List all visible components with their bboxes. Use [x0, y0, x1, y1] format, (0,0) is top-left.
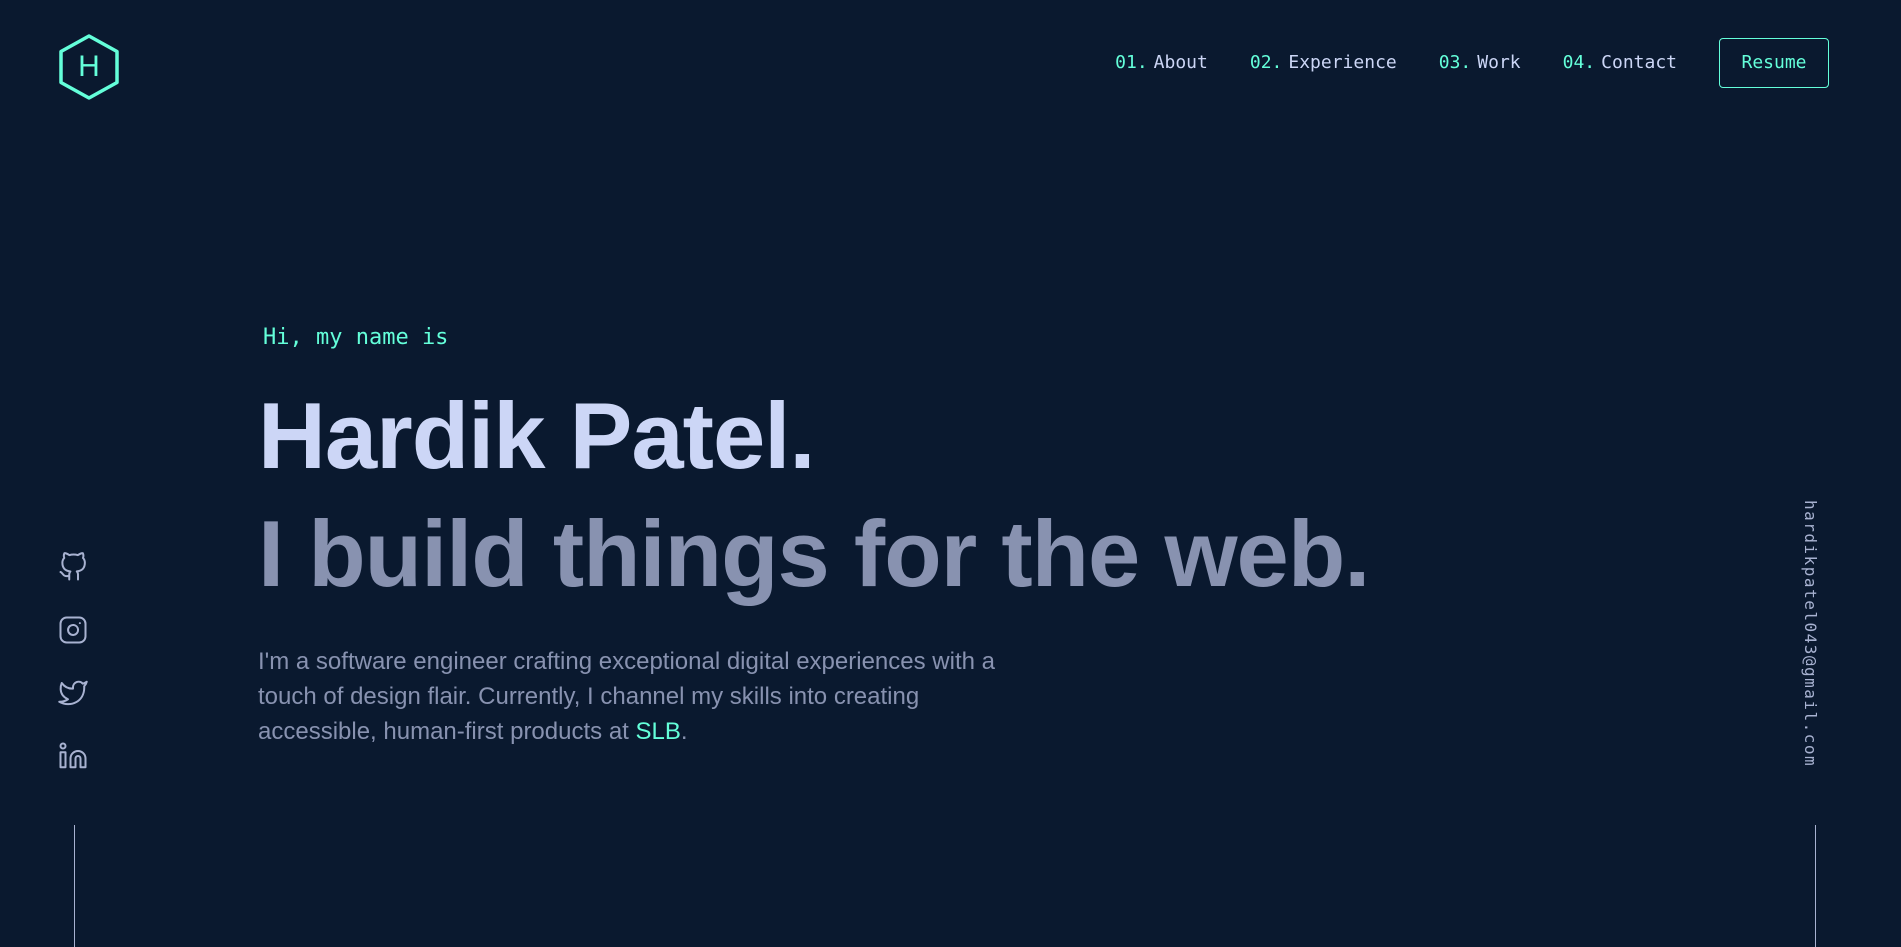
- nav-number: 03.: [1438, 52, 1472, 73]
- nav-item-about[interactable]: 01. About: [1115, 52, 1208, 73]
- nav-label: Work: [1477, 52, 1521, 73]
- hero-greeting: Hi, my name is: [263, 325, 449, 350]
- hero-name: Hardik Patel.: [258, 383, 815, 488]
- hero-section: Hi, my name is Hardik Patel. I build thi…: [258, 320, 1458, 749]
- nav-item-work[interactable]: 03. Work: [1439, 52, 1521, 73]
- description-text: I'm a software engineer crafting excepti…: [258, 648, 995, 745]
- nav-number: 01.: [1115, 52, 1148, 73]
- hero-tagline: I build things for the web.: [258, 501, 1370, 606]
- nav-number: 02.: [1249, 52, 1283, 73]
- logo-letter: H: [78, 50, 100, 83]
- nav-label: Contact: [1601, 52, 1677, 73]
- nav-label: About: [1153, 52, 1208, 73]
- nav-item-contact[interactable]: 04. Contact: [1563, 52, 1677, 73]
- resume-button[interactable]: Resume: [1719, 37, 1829, 88]
- description-period: .: [680, 718, 688, 745]
- logo-home-link[interactable]: H: [58, 34, 120, 100]
- left-vertical-line: [74, 825, 75, 947]
- github-icon[interactable]: [58, 552, 88, 582]
- nav-label: Experience: [1288, 52, 1397, 73]
- social-links: [58, 552, 92, 804]
- company-link[interactable]: SLB: [636, 718, 681, 745]
- instagram-icon[interactable]: [58, 615, 88, 645]
- site-header: H 01. About 02. Experience 03. Work 04. Cont…: [0, 0, 1901, 125]
- twitter-icon[interactable]: [58, 678, 88, 708]
- right-vertical-line: [1815, 825, 1816, 947]
- linkedin-icon[interactable]: [58, 741, 88, 771]
- email-link[interactable]: hardikpatel043@gmail.com: [1801, 500, 1820, 767]
- main-nav: 01. About 02. Experience 03. Work 04. Contac…: [1115, 0, 1901, 125]
- nav-item-experience[interactable]: 02. Experience: [1250, 52, 1397, 73]
- hero-description: I'm a software engineer crafting excepti…: [258, 644, 1018, 749]
- nav-number: 04.: [1562, 52, 1596, 73]
